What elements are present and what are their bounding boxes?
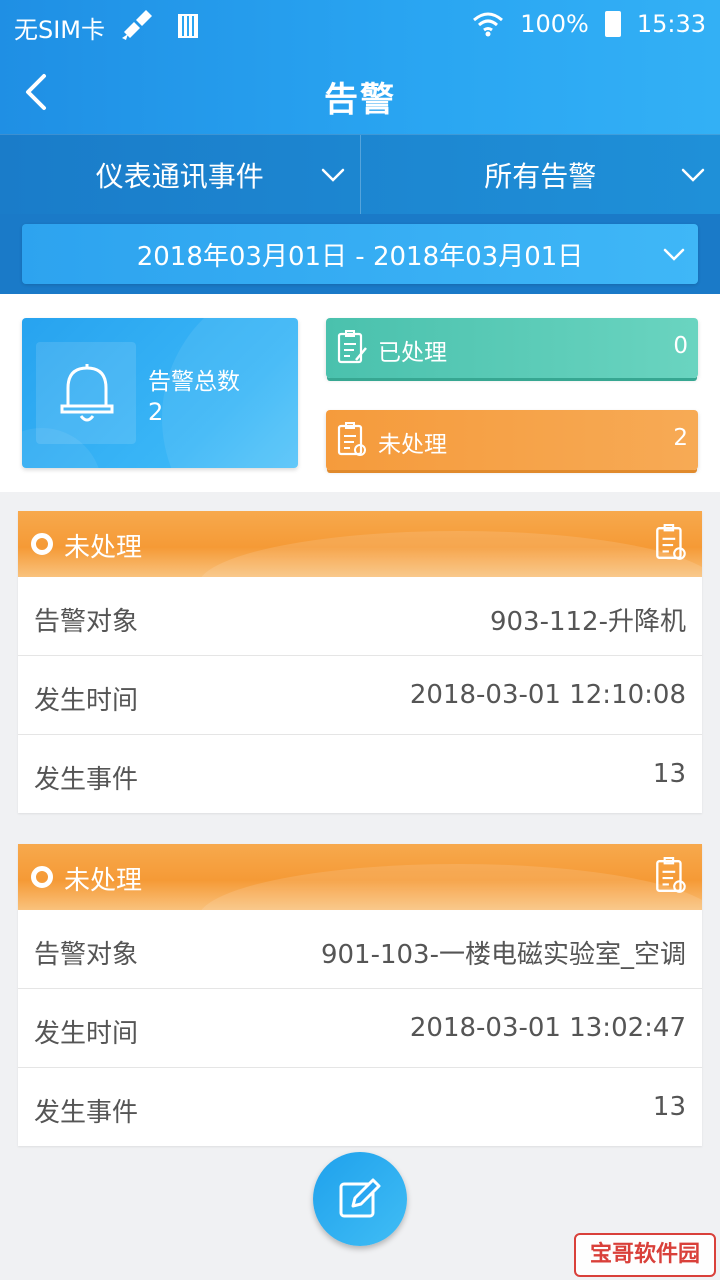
alarm-row-object: 告警对象 903-112-升降机 (18, 577, 702, 656)
processed-count: 0 (673, 333, 688, 359)
alarm-row-time: 发生时间 2018-03-01 13:02:47 (18, 989, 702, 1068)
alarm-row-time: 发生时间 2018-03-01 12:10:08 (18, 656, 702, 735)
total-alarms-card: 告警总数 2 (22, 318, 298, 468)
total-alarms-value: 2 (148, 398, 164, 426)
cleaner-icon (122, 10, 152, 40)
alarm-card[interactable]: 未处理 告警对象 903-112-升降机 发生时间 2018-03-01 12:… (18, 511, 702, 813)
document-pending-icon[interactable] (654, 524, 688, 562)
clock: 15:33 (636, 10, 706, 38)
row-label: 发生事件 (34, 765, 139, 795)
total-alarms-label: 告警总数 (148, 369, 240, 395)
row-value: 903-112-升降机 (489, 607, 686, 637)
alarm-card[interactable]: 未处理 告警对象 901-103-一楼电磁实验室_空调 发生时间 2018-03… (18, 844, 702, 1146)
bell-icon (60, 364, 114, 422)
document-edit-icon (337, 330, 367, 364)
page-title: 告警 (324, 80, 396, 120)
row-label: 发生时间 (34, 1019, 139, 1049)
alarm-scope-label: 所有告警 (484, 160, 597, 193)
battery-icon (604, 11, 621, 37)
status-ring-icon (31, 866, 53, 888)
date-range-text: 2018年03月01日 - 2018年03月01日 (136, 241, 584, 272)
edit-icon (339, 1178, 381, 1218)
alarm-card-header: 未处理 (18, 844, 702, 910)
unprocessed-card[interactable]: 未处理 2 (326, 410, 698, 470)
wifi-icon (473, 12, 504, 37)
event-type-dropdown[interactable]: 仪表通讯事件 (0, 135, 360, 215)
chevron-down-icon (663, 248, 685, 261)
row-value: 2018-03-01 12:10:08 (409, 680, 686, 710)
unprocessed-label: 未处理 (378, 432, 447, 458)
processed-card[interactable]: 已处理 0 (326, 318, 698, 378)
row-value: 2018-03-01 13:02:47 (409, 1013, 686, 1043)
bell-box (36, 342, 136, 444)
status-bar: 无SIM卡 100% 15:33 (0, 0, 720, 52)
watermark-logo: 宝哥软件园 (574, 1233, 716, 1277)
app-header: 无SIM卡 100% 15:33 告警 (0, 0, 720, 134)
edit-fab-button[interactable] (313, 1152, 407, 1246)
alarm-scope-dropdown[interactable]: 所有告警 (359, 135, 720, 215)
alarm-status: 未处理 (64, 866, 143, 896)
chevron-down-icon (681, 168, 705, 182)
alarm-row-event: 发生事件 13 (18, 735, 702, 813)
date-range-picker[interactable]: 2018年03月01日 - 2018年03月01日 (22, 224, 698, 284)
processed-label: 已处理 (378, 340, 447, 366)
row-value: 13 (652, 759, 686, 789)
document-pending-icon (337, 422, 366, 456)
chevron-down-icon (321, 168, 344, 182)
row-label: 告警对象 (34, 607, 139, 637)
carrier-label: 无SIM卡 (14, 16, 106, 44)
alarm-row-object: 告警对象 901-103-一楼电磁实验室_空调 (18, 910, 702, 989)
row-label: 发生时间 (34, 686, 139, 716)
document-pending-icon[interactable] (654, 857, 688, 895)
status-ring-icon (31, 533, 53, 555)
summary-section: 告警总数 2 已处理 0 未处理 2 (0, 294, 720, 492)
title-bar: 告警 (0, 52, 720, 134)
unprocessed-count: 2 (673, 425, 688, 451)
alarm-card-header: 未处理 (18, 511, 702, 577)
alarm-row-event: 发生事件 13 (18, 1068, 702, 1146)
row-value: 13 (652, 1092, 686, 1122)
battery-percent: 100% (520, 10, 589, 38)
filter-bar: 仪表通讯事件 所有告警 (0, 134, 720, 215)
date-section: 2018年03月01日 - 2018年03月01日 (0, 214, 720, 294)
storage-icon (178, 14, 198, 38)
event-type-label: 仪表通讯事件 (95, 160, 264, 193)
row-value: 901-103-一楼电磁实验室_空调 (320, 940, 686, 970)
row-label: 告警对象 (34, 940, 139, 970)
row-label: 发生事件 (34, 1098, 139, 1128)
alarm-status: 未处理 (64, 533, 143, 563)
